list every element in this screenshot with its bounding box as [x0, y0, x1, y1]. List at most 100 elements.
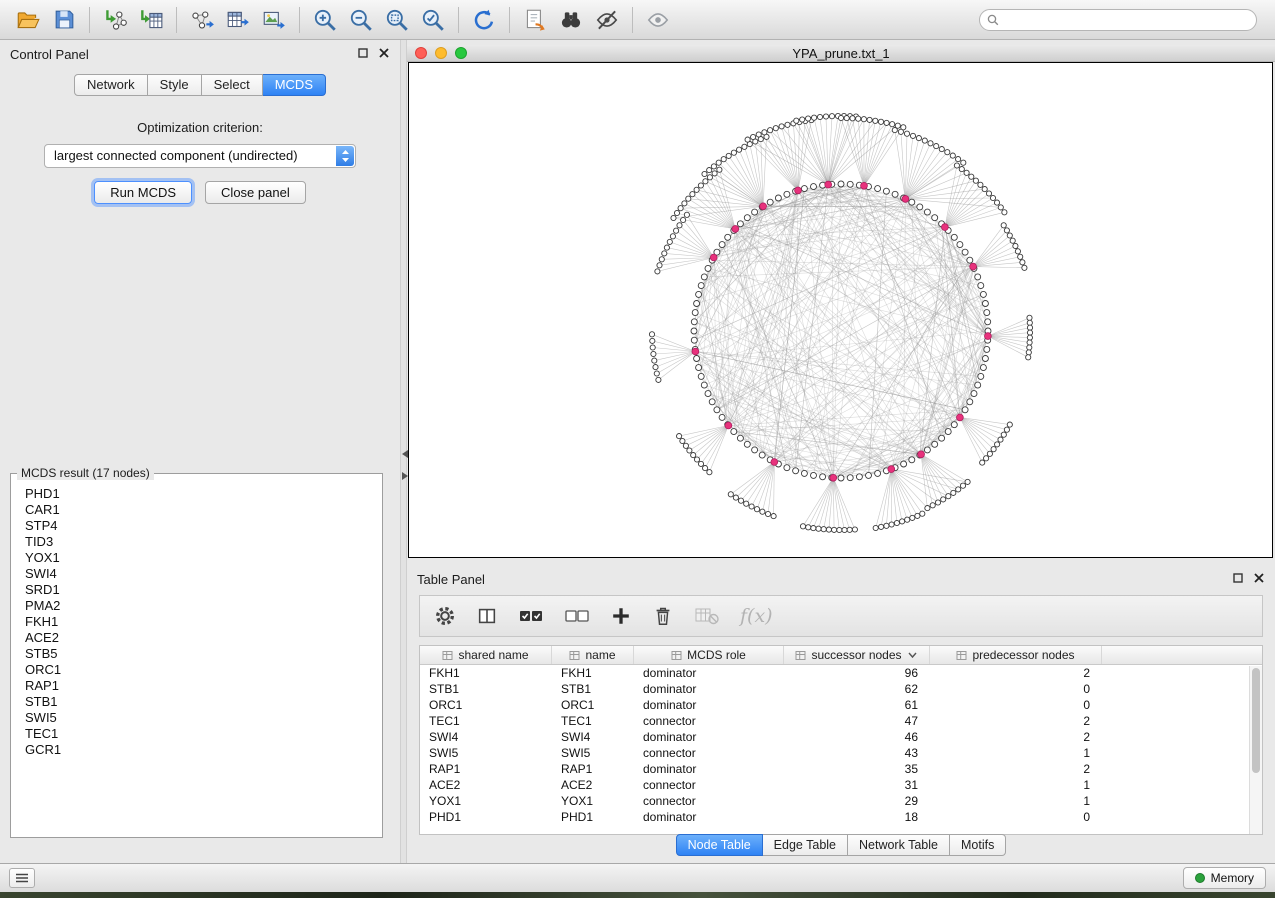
- mcds-result-item[interactable]: STP4: [25, 518, 380, 534]
- toolbar-separator: [299, 7, 300, 33]
- table-tab-edge-table[interactable]: Edge Table: [763, 834, 848, 856]
- columns-icon: [476, 605, 498, 627]
- apply-layout-button[interactable]: [466, 4, 502, 36]
- mcds-result-item[interactable]: GCR1: [25, 742, 380, 758]
- mcds-result-item[interactable]: ACE2: [25, 630, 380, 646]
- save-session-button[interactable]: [46, 4, 82, 36]
- network-graph[interactable]: [409, 63, 1272, 557]
- column-header-shared-name[interactable]: shared name: [420, 646, 552, 664]
- task-history-button[interactable]: [9, 868, 35, 888]
- network-canvas[interactable]: [408, 62, 1273, 558]
- float-table-panel-icon[interactable]: [1232, 572, 1244, 587]
- find-button[interactable]: [553, 4, 589, 36]
- zoom-selected-button[interactable]: [415, 4, 451, 36]
- mcds-result-item[interactable]: PMA2: [25, 598, 380, 614]
- cell-name: SWI4: [552, 730, 634, 744]
- deselect-all-columns-button[interactable]: [564, 605, 590, 627]
- table-row[interactable]: FKH1FKH1dominator962: [420, 665, 1262, 681]
- table-row[interactable]: ACE2ACE2connector311: [420, 777, 1262, 793]
- graphics-details-icon: [594, 7, 620, 33]
- delete-column-button[interactable]: [652, 605, 674, 627]
- table-settings-button[interactable]: [434, 605, 456, 627]
- vertical-splitter[interactable]: [400, 40, 407, 863]
- mcds-result-item[interactable]: SWI4: [25, 566, 380, 582]
- cell-predecessor_nodes: 2: [930, 666, 1102, 680]
- open-file-button[interactable]: [10, 4, 46, 36]
- cell-successor_nodes: 31: [784, 778, 930, 792]
- mcds-result-item[interactable]: CAR1: [25, 502, 380, 518]
- mcds-result-item[interactable]: SRD1: [25, 582, 380, 598]
- network-window-title: YPA_prune.txt_1: [407, 46, 1275, 61]
- column-header-predecessor-nodes[interactable]: predecessor nodes: [930, 646, 1102, 664]
- table-scrollbar[interactable]: [1249, 666, 1262, 834]
- mcds-result-item[interactable]: STB5: [25, 646, 380, 662]
- column-header-name[interactable]: name: [552, 646, 634, 664]
- mcds-result-item[interactable]: PHD1: [25, 486, 380, 502]
- close-panel-icon[interactable]: [378, 47, 390, 62]
- cell-shared_name: RAP1: [420, 762, 552, 776]
- refresh-icon: [471, 7, 497, 33]
- share-document-button[interactable]: [517, 4, 553, 36]
- mcds-result-item[interactable]: STB1: [25, 694, 380, 710]
- status-bar: Memory: [0, 863, 1275, 892]
- tab-select[interactable]: Select: [202, 74, 263, 96]
- mcds-result-item[interactable]: FKH1: [25, 614, 380, 630]
- export-table-button[interactable]: [220, 4, 256, 36]
- table-tab-node-table[interactable]: Node Table: [676, 834, 763, 856]
- criterion-selected-value: largest connected component (undirected): [54, 148, 298, 163]
- zoom-in-button[interactable]: [307, 4, 343, 36]
- mcds-result-list[interactable]: PHD1CAR1STP4TID3YOX1SWI4SRD1PMA2FKH1ACE2…: [13, 482, 380, 835]
- table-row[interactable]: PHD1PHD1dominator180: [420, 809, 1262, 825]
- close-panel-button[interactable]: Close panel: [205, 181, 306, 204]
- toolbar-separator: [509, 7, 510, 33]
- zoom-out-button[interactable]: [343, 4, 379, 36]
- scrollbar-thumb[interactable]: [1252, 668, 1260, 773]
- share-document-icon: [522, 7, 548, 33]
- delete-table-button[interactable]: [694, 605, 720, 627]
- table-row[interactable]: TEC1TEC1connector472: [420, 713, 1262, 729]
- tab-network[interactable]: Network: [74, 74, 148, 96]
- mcds-result-item[interactable]: TEC1: [25, 726, 380, 742]
- import-network-button[interactable]: [97, 4, 133, 36]
- memory-button[interactable]: Memory: [1183, 867, 1266, 889]
- export-image-button[interactable]: [256, 4, 292, 36]
- column-header-successor-nodes[interactable]: successor nodes: [784, 646, 930, 664]
- table-row[interactable]: RAP1RAP1dominator352: [420, 761, 1262, 777]
- mcds-result-item[interactable]: YOX1: [25, 550, 380, 566]
- table-row[interactable]: STB1STB1dominator620: [420, 681, 1262, 697]
- tab-style[interactable]: Style: [148, 74, 202, 96]
- mcds-result-item[interactable]: RAP1: [25, 678, 380, 694]
- graphics-details-button[interactable]: [589, 4, 625, 36]
- import-table-button[interactable]: [133, 4, 169, 36]
- float-panel-icon[interactable]: [357, 47, 369, 62]
- close-table-panel-icon[interactable]: [1253, 572, 1265, 587]
- tab-mcds[interactable]: MCDS: [263, 74, 326, 96]
- column-header-MCDS-role[interactable]: MCDS role: [634, 646, 784, 664]
- cell-mcds_role: dominator: [634, 810, 784, 824]
- function-builder-button[interactable]: f(x): [740, 605, 773, 627]
- network-window-titlebar[interactable]: YPA_prune.txt_1: [407, 45, 1275, 62]
- run-mcds-button[interactable]: Run MCDS: [94, 181, 192, 204]
- table-row[interactable]: YOX1YOX1connector291: [420, 793, 1262, 809]
- table-tab-network-table[interactable]: Network Table: [848, 834, 950, 856]
- mcds-result-item[interactable]: SWI5: [25, 710, 380, 726]
- show-hide-button[interactable]: [640, 4, 676, 36]
- table-row[interactable]: SWI4SWI4dominator462: [420, 729, 1262, 745]
- main-toolbar: [0, 0, 1275, 40]
- cell-shared_name: FKH1: [420, 666, 552, 680]
- show-columns-button[interactable]: [476, 605, 498, 627]
- cell-successor_nodes: 35: [784, 762, 930, 776]
- select-all-columns-button[interactable]: [518, 605, 544, 627]
- zoom-fit-button[interactable]: [379, 4, 415, 36]
- export-network-button[interactable]: [184, 4, 220, 36]
- mcds-result-item[interactable]: ORC1: [25, 662, 380, 678]
- search-input[interactable]: [979, 9, 1257, 31]
- cell-mcds_role: connector: [634, 714, 784, 728]
- create-column-button[interactable]: [610, 605, 632, 627]
- table-row[interactable]: SWI5SWI5connector431: [420, 745, 1262, 761]
- mcds-result-item[interactable]: TID3: [25, 534, 380, 550]
- table-row[interactable]: ORC1ORC1dominator610: [420, 697, 1262, 713]
- mcds-result-title: MCDS result (17 nodes): [17, 466, 154, 480]
- criterion-select[interactable]: largest connected component (undirected): [44, 144, 356, 168]
- table-tab-motifs[interactable]: Motifs: [950, 834, 1006, 856]
